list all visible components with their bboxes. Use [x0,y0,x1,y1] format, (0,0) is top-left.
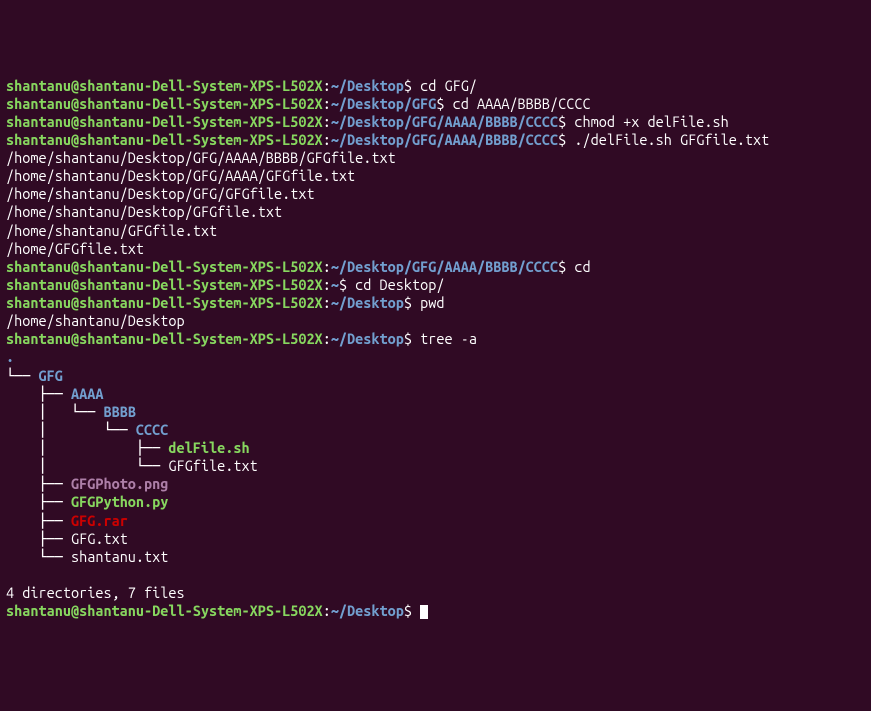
command-text: cd AAAA/BBBB/CCCC [445,95,591,112]
prompt-user: shantanu@shantanu-Dell-System-XPS-L502X [6,276,323,293]
prompt-path: ~/Desktop/GFG [331,95,437,112]
prompt-user: shantanu@shantanu-Dell-System-XPS-L502X [6,131,323,148]
prompt-colon: : [323,258,331,275]
tree-branch: ├── [6,530,71,547]
prompt-colon: : [323,77,331,94]
command-text: ./delFile.sh GFGfile.txt [566,131,769,148]
tree-branch: └── [6,367,38,384]
terminal-line: shantanu@shantanu-Dell-System-XPS-L502X:… [6,131,865,149]
output-line: /home/shantanu/Desktop [6,312,865,330]
tree-branch: │ └── [6,421,136,438]
output-line: /home/shantanu/Desktop/GFG/GFGfile.txt [6,185,865,203]
prompt-user: shantanu@shantanu-Dell-System-XPS-L502X [6,95,323,112]
prompt-colon: : [323,294,331,311]
terminal-line: shantanu@shantanu-Dell-System-XPS-L502X:… [6,258,865,276]
output-line: /home/GFGfile.txt [6,240,865,258]
output-line: /home/shantanu/Desktop/GFG/AAAA/GFGfile.… [6,167,865,185]
tree-node: CCCC [136,421,168,438]
prompt-dollar: $ [404,330,412,347]
command-text: cd [566,258,590,275]
tree-node: shantanu.txt [71,548,168,565]
tree-root: . [6,348,865,366]
prompt-dollar: $ [339,276,347,293]
tree-branch: │ ├── [6,439,168,456]
tree-branch: │ └── [6,403,103,420]
terminal-line: shantanu@shantanu-Dell-System-XPS-L502X:… [6,294,865,312]
prompt-user: shantanu@shantanu-Dell-System-XPS-L502X [6,330,323,347]
terminal-line: shantanu@shantanu-Dell-System-XPS-L502X:… [6,77,865,95]
prompt-dollar: $ [404,602,412,619]
tree-row: ├── AAAA [6,385,865,403]
terminal-line: shantanu@shantanu-Dell-System-XPS-L502X:… [6,276,865,294]
prompt-dollar: $ [436,95,444,112]
tree-row: ├── GFG.txt [6,530,865,548]
command-text [412,602,420,619]
command-text: pwd [412,294,444,311]
tree-branch: ├── [6,385,71,402]
command-text: tree -a [412,330,477,347]
tree-row: ├── GFGPython.py [6,493,865,511]
tree-node: BBBB [103,403,135,420]
command-text: chmod +x delFile.sh [566,113,728,130]
prompt-colon: : [323,95,331,112]
terminal[interactable]: shantanu@shantanu-Dell-System-XPS-L502X:… [6,77,865,621]
prompt-colon: : [323,330,331,347]
command-text: cd Desktop/ [347,276,444,293]
tree-node: GFG.txt [71,530,128,547]
tree-node: GFG [38,367,62,384]
prompt-path: ~/Desktop [331,602,404,619]
terminal-line: shantanu@shantanu-Dell-System-XPS-L502X:… [6,330,865,348]
tree-row: └── shantanu.txt [6,548,865,566]
tree-row: │ ├── delFile.sh [6,439,865,457]
blank-line [6,566,865,584]
tree-node: AAAA [71,385,103,402]
terminal-line: shantanu@shantanu-Dell-System-XPS-L502X:… [6,113,865,131]
prompt-dollar: $ [404,294,412,311]
prompt-user: shantanu@shantanu-Dell-System-XPS-L502X [6,602,323,619]
tree-node: GFG.rar [71,512,128,529]
prompt-colon: : [323,276,331,293]
output-line: /home/shantanu/Desktop/GFGfile.txt [6,203,865,221]
cursor [420,605,428,619]
tree-branch: ├── [6,493,71,510]
prompt-colon: : [323,131,331,148]
tree-row: │ └── BBBB [6,403,865,421]
prompt-path: ~/Desktop [331,330,404,347]
tree-row: ├── GFG.rar [6,512,865,530]
tree-row: │ └── GFGfile.txt [6,457,865,475]
terminal-line: shantanu@shantanu-Dell-System-XPS-L502X:… [6,602,865,620]
prompt-user: shantanu@shantanu-Dell-System-XPS-L502X [6,258,323,275]
prompt-user: shantanu@shantanu-Dell-System-XPS-L502X [6,113,323,130]
prompt-path: ~/Desktop/GFG/AAAA/BBBB/CCCC [331,258,558,275]
tree-row: └── GFG [6,367,865,385]
tree-row: ├── GFGPhoto.png [6,475,865,493]
prompt-path: ~/Desktop [331,294,404,311]
prompt-user: shantanu@shantanu-Dell-System-XPS-L502X [6,77,323,94]
prompt-colon: : [323,113,331,130]
tree-node: GFGPhoto.png [71,475,168,492]
prompt-path: ~/Desktop/GFG/AAAA/BBBB/CCCC [331,131,558,148]
tree-node: delFile.sh [168,439,249,456]
prompt-path: ~/Desktop/GFG/AAAA/BBBB/CCCC [331,113,558,130]
output-line: /home/shantanu/GFGfile.txt [6,222,865,240]
tree-branch: └── [6,548,71,565]
tree-node: GFGPython.py [71,493,168,510]
tree-node: GFGfile.txt [168,457,257,474]
command-text: cd GFG/ [412,77,477,94]
tree-branch: │ └── [6,457,168,474]
tree-row: │ └── CCCC [6,421,865,439]
prompt-user: shantanu@shantanu-Dell-System-XPS-L502X [6,294,323,311]
output-line: /home/shantanu/Desktop/GFG/AAAA/BBBB/GFG… [6,149,865,167]
prompt-dollar: $ [404,77,412,94]
prompt-path: ~/Desktop [331,77,404,94]
prompt-colon: : [323,602,331,619]
tree-summary: 4 directories, 7 files [6,584,865,602]
tree-branch: ├── [6,512,71,529]
tree-branch: ├── [6,475,71,492]
prompt-path: ~ [331,276,339,293]
terminal-line: shantanu@shantanu-Dell-System-XPS-L502X:… [6,95,865,113]
